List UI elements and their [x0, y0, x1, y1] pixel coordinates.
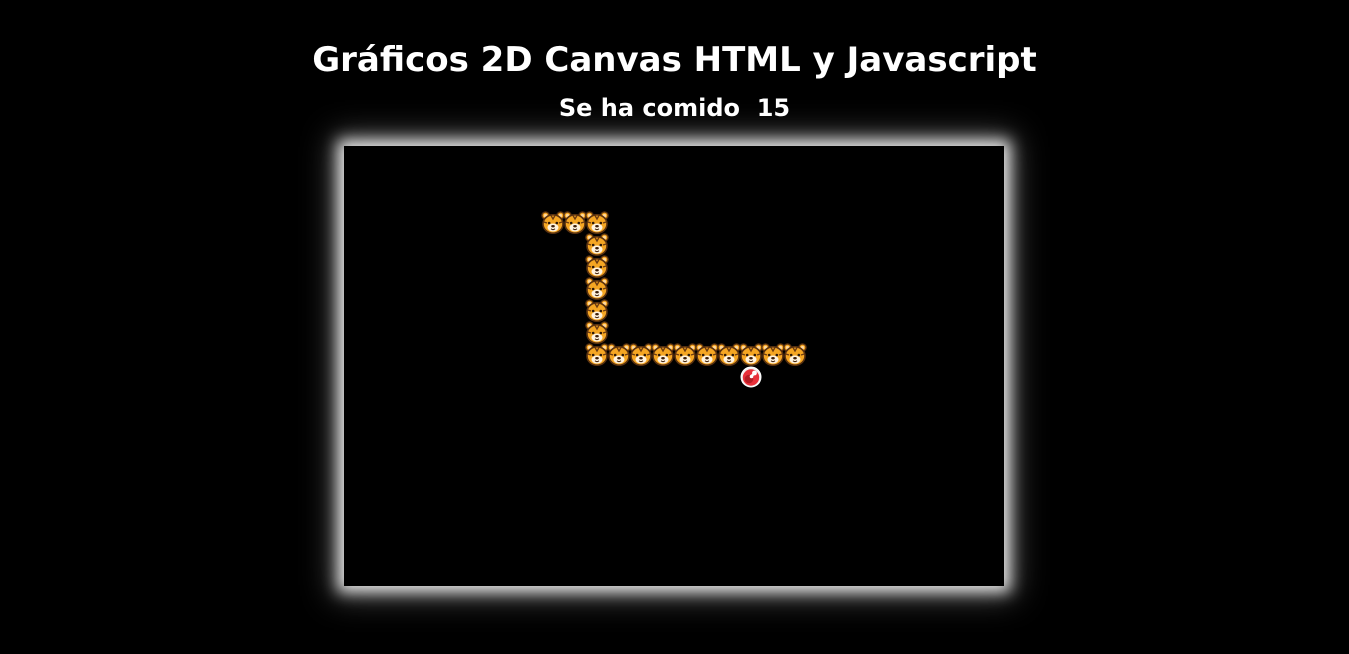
snake-segment-tiger-icon: [563, 211, 587, 234]
snake-segment-tiger-icon: [585, 255, 609, 279]
score-display: Se ha comido 15: [0, 92, 1349, 124]
snake-segment-tiger-icon: [541, 211, 565, 234]
snake-segment-tiger-icon: [695, 343, 719, 367]
snake-segment-tiger-icon: [585, 277, 609, 301]
page-title: Gráficos 2D Canvas HTML y Javascript: [312, 40, 1037, 80]
score-label: Se ha comido: [558, 94, 741, 122]
snake-segment-tiger-icon: [585, 233, 609, 256]
snake-segment-tiger-icon: [629, 343, 653, 367]
snake-segment-tiger-icon: [585, 211, 609, 234]
snake-segment-tiger-icon: [717, 343, 741, 367]
snake-segment-tiger-icon: [673, 343, 697, 367]
snake-segment-tiger-icon: [783, 343, 807, 367]
food-meat-icon: [740, 366, 762, 388]
score-value: 15: [756, 94, 791, 122]
snake-segment-tiger-icon: [585, 343, 609, 367]
snake-segment-tiger-icon: [739, 343, 763, 367]
food: [740, 366, 762, 388]
snake-segment-tiger-icon: [651, 343, 675, 367]
snake: [541, 211, 807, 367]
page: Gráficos 2D Canvas HTML y Javascript Se …: [0, 0, 1349, 654]
snake-segment-tiger-icon: [761, 343, 785, 367]
game-board-svg: [541, 211, 807, 388]
snake-segment-tiger-icon: [585, 299, 609, 323]
game-canvas[interactable]: [344, 146, 1004, 586]
snake-segment-tiger-icon: [607, 343, 631, 367]
snake-segment-tiger-icon: [585, 321, 609, 345]
